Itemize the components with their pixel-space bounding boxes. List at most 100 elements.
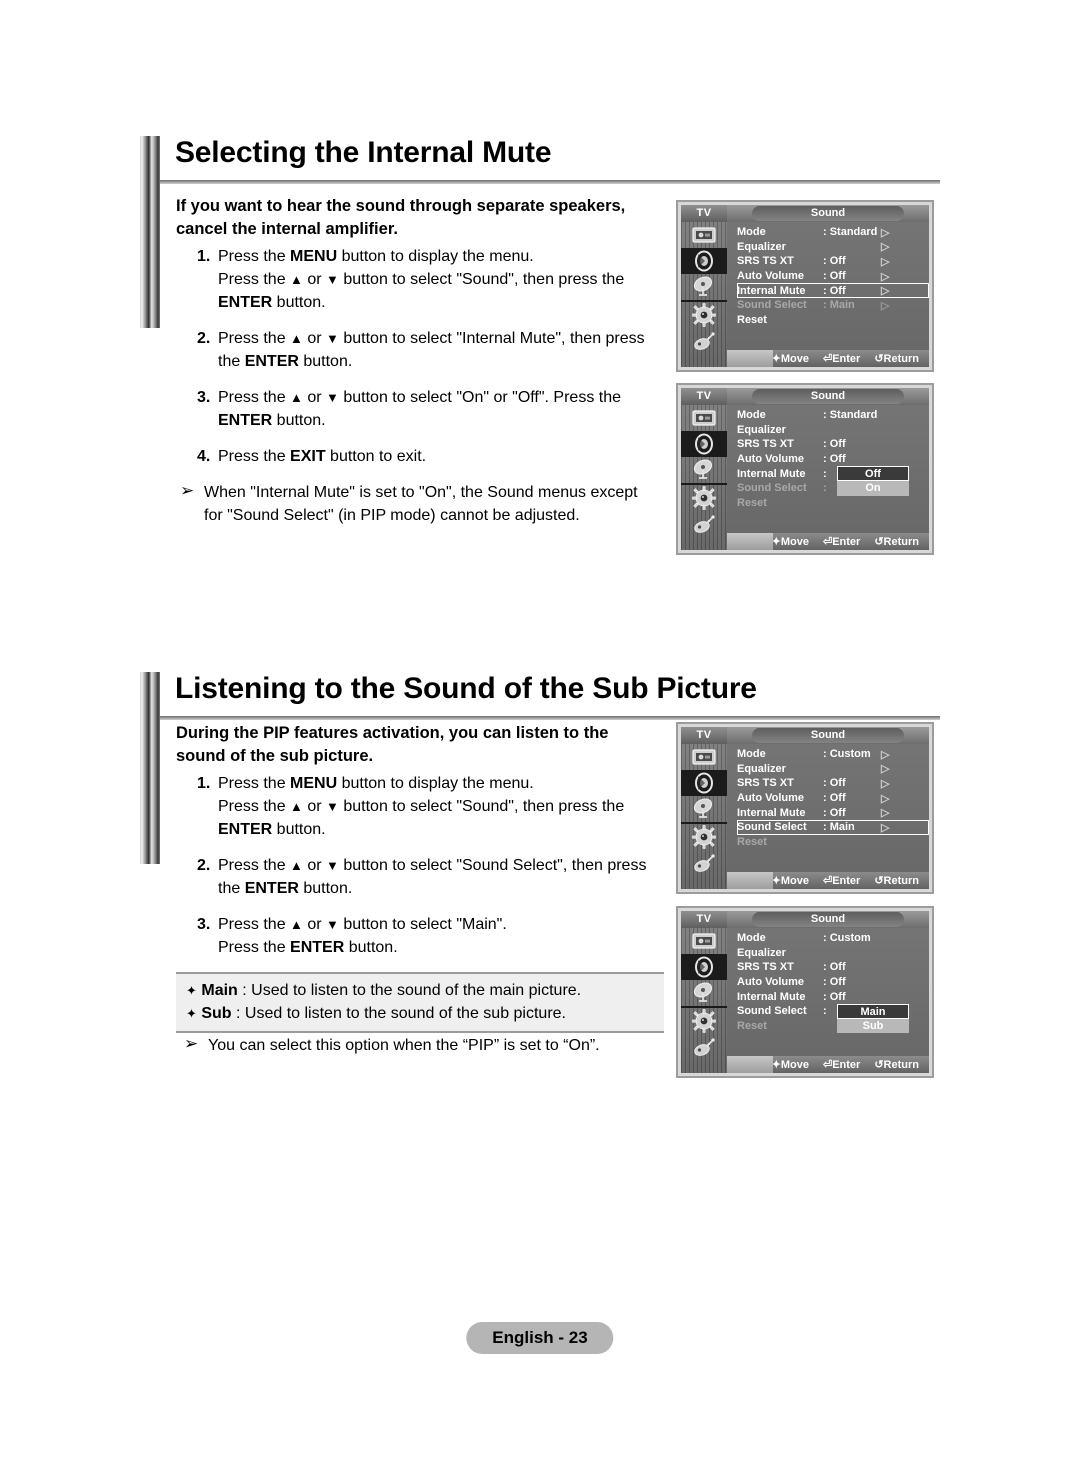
osd-rail-picture-icon[interactable] (681, 222, 727, 248)
section-internal-mute: Selecting the Internal Mute (140, 136, 940, 328)
osd-row-label: Reset (737, 496, 767, 509)
osd-menu-row[interactable]: SRS TS XT : Off ▷ (737, 254, 929, 269)
osd-rail-channel-icon[interactable] (681, 980, 727, 1006)
osd-rail-sound-icon[interactable] (681, 248, 727, 274)
osd-row-label: Mode (737, 748, 766, 761)
osd-menu-row[interactable]: Equalizer (737, 946, 929, 961)
note-item: ➢ You can select this option when the “P… (180, 1034, 680, 1057)
page-title: Listening to the Sound of the Sub Pictur… (175, 672, 757, 705)
osd-menu-row[interactable]: Internal Mute : Off ▷ (737, 283, 929, 298)
osd-menu-row[interactable]: SRS TS XT : Off (737, 960, 929, 975)
osd-rail-picture-icon[interactable] (681, 744, 727, 770)
osd-menu-row[interactable]: SRS TS XT : Off ▷ (737, 776, 929, 791)
osd-rail-setup-icon[interactable] (681, 824, 727, 850)
osd-menu-row[interactable]: Auto Volume : Off (737, 452, 929, 467)
osd-menu-row[interactable]: Auto Volume : Off ▷ (737, 269, 929, 284)
chevron-right-icon: ▷ (881, 748, 890, 761)
osd-rail-channel-icon[interactable] (681, 457, 727, 483)
osd-source-label: TV (681, 205, 727, 222)
osd-hint-return: ↺Return (874, 353, 919, 365)
bullet-icon: ✦ (186, 983, 197, 998)
osd-dropdown-option[interactable]: Sub (837, 1018, 909, 1034)
osd-dropdown[interactable]: Off On (837, 466, 909, 496)
osd-row-value: : Off (823, 453, 846, 466)
osd-dropdown[interactable]: Main Sub (837, 1004, 909, 1034)
osd-rail-setup-icon[interactable] (681, 302, 727, 328)
osd-hint-enter: ⏎Enter (822, 353, 861, 365)
osd-source-label: TV (681, 911, 727, 928)
osd-rail-setup-icon[interactable] (681, 1008, 727, 1034)
osd-content: Sound Mode : Standard Equalizer SRS TS X… (727, 388, 929, 550)
page-title: Selecting the Internal Mute (175, 136, 552, 169)
osd-menu-row[interactable]: Equalizer ▷ (737, 762, 929, 777)
osd-menu-row[interactable]: Internal Mute : Off ▷ (737, 805, 929, 820)
osd-rail-input-icon[interactable] (681, 511, 727, 537)
osd-dropdown-option[interactable]: On (837, 480, 909, 496)
osd-row-label: Auto Volume (737, 270, 805, 283)
osd-menu-row[interactable]: Sound Select : Main ▷ (737, 298, 929, 313)
osd-rail-sound-icon[interactable] (681, 431, 727, 457)
osd-menu-row[interactable]: Reset (737, 496, 929, 511)
osd-rail-input-icon[interactable] (681, 328, 727, 354)
osd-row-label: Sound Select (737, 1005, 807, 1018)
osd-menu-row[interactable]: Mode : Custom ▷ (737, 747, 929, 762)
step-text: Press the MENU button to display the men… (218, 775, 625, 838)
osd-row-value: : Off (823, 284, 846, 297)
osd-menu-row[interactable]: Auto Volume : Off (737, 975, 929, 990)
chevron-right-icon: ▷ (881, 763, 890, 776)
step-item: 2. Press the ▲ or ▼ button to select "So… (176, 854, 676, 900)
osd-hint-move: ✦Move (771, 875, 809, 887)
osd-menu-row[interactable]: Sound Select : Main ▷ (737, 819, 929, 835)
osd-rail-channel-icon[interactable] (681, 796, 727, 822)
osd-rail-input-icon[interactable] (681, 850, 727, 876)
osd-menu-row[interactable]: Mode : Custom (737, 931, 929, 946)
osd-body: TV Sound Mode : Custom Equalizer SRS TS … (681, 911, 929, 1073)
osd-menu-row[interactable]: Mode : Standard (737, 408, 929, 423)
osd-dropdown-selected-option[interactable]: Main (837, 1004, 909, 1019)
osd-hint-bar: ✦Move ⏎Enter ↺Return (727, 1056, 929, 1073)
chevron-right-icon: ▷ (881, 792, 890, 805)
osd-internal-mute-dropdown: TV Sound Mode : Standard Equalizer SRS T… (676, 383, 934, 555)
osd-hint-bar-notch (727, 350, 773, 367)
chevron-right-icon: ▷ (881, 255, 890, 268)
osd-row-value: : Off (823, 270, 846, 283)
osd-menu-title: Sound (752, 728, 904, 743)
osd-hint-enter: ⏎Enter (822, 1059, 861, 1071)
osd-row-value: : Off (823, 438, 846, 451)
osd-menu-row[interactable]: Internal Mute : Off (737, 989, 929, 1004)
osd-rail-input-icon[interactable] (681, 1034, 727, 1060)
osd-menu-row[interactable]: Auto Volume : Off ▷ (737, 791, 929, 806)
chevron-right-icon: ▷ (881, 299, 890, 312)
option-definition-row: ✦ Main : Used to listen to the sound of … (186, 979, 664, 1002)
step-text: Press the ▲ or ▼ button to select "Main"… (218, 916, 507, 956)
chevron-right-icon: ▷ (881, 270, 890, 283)
osd-hint-return: ↺Return (874, 875, 919, 887)
page-number-badge: English - 23 (466, 1322, 614, 1354)
osd-rail-sound-icon[interactable] (681, 770, 727, 796)
osd-rail-picture-icon[interactable] (681, 928, 727, 954)
osd-hint-bar-notch (727, 1056, 773, 1073)
osd-rail-picture-icon[interactable] (681, 405, 727, 431)
osd-menu-row[interactable]: SRS TS XT : Off (737, 437, 929, 452)
osd-row-label: Equalizer (737, 946, 786, 959)
osd-row-label: Reset (737, 1019, 767, 1032)
osd-menu-row[interactable]: Reset (737, 313, 929, 328)
osd-row-label: SRS TS XT (737, 438, 794, 451)
osd-dropdown-selected-option[interactable]: Off (837, 466, 909, 481)
osd-rail-channel-icon[interactable] (681, 274, 727, 300)
osd-rail-setup-icon[interactable] (681, 485, 727, 511)
osd-row-value: : Main (823, 299, 855, 312)
osd-body: TV Sound Mode : Custom ▷ Equalizer ▷ SRS… (681, 727, 929, 889)
osd-menu-row[interactable]: Equalizer ▷ (737, 240, 929, 255)
osd-menu-row[interactable]: Mode : Standard ▷ (737, 225, 929, 240)
osd-row-value: : Off (823, 961, 846, 974)
osd-row-value: : Main (823, 821, 855, 834)
osd-source-label: TV (681, 388, 727, 405)
chevron-right-icon: ▷ (881, 821, 890, 834)
osd-rail-sound-icon[interactable] (681, 954, 727, 980)
osd-menu-row[interactable]: Equalizer (737, 423, 929, 438)
note-text: You can select this option when the “PIP… (208, 1037, 600, 1054)
osd-menu-row[interactable]: Reset (737, 835, 929, 850)
osd-row-label: Sound Select (737, 299, 807, 312)
osd-row-value: : Off (823, 806, 846, 819)
